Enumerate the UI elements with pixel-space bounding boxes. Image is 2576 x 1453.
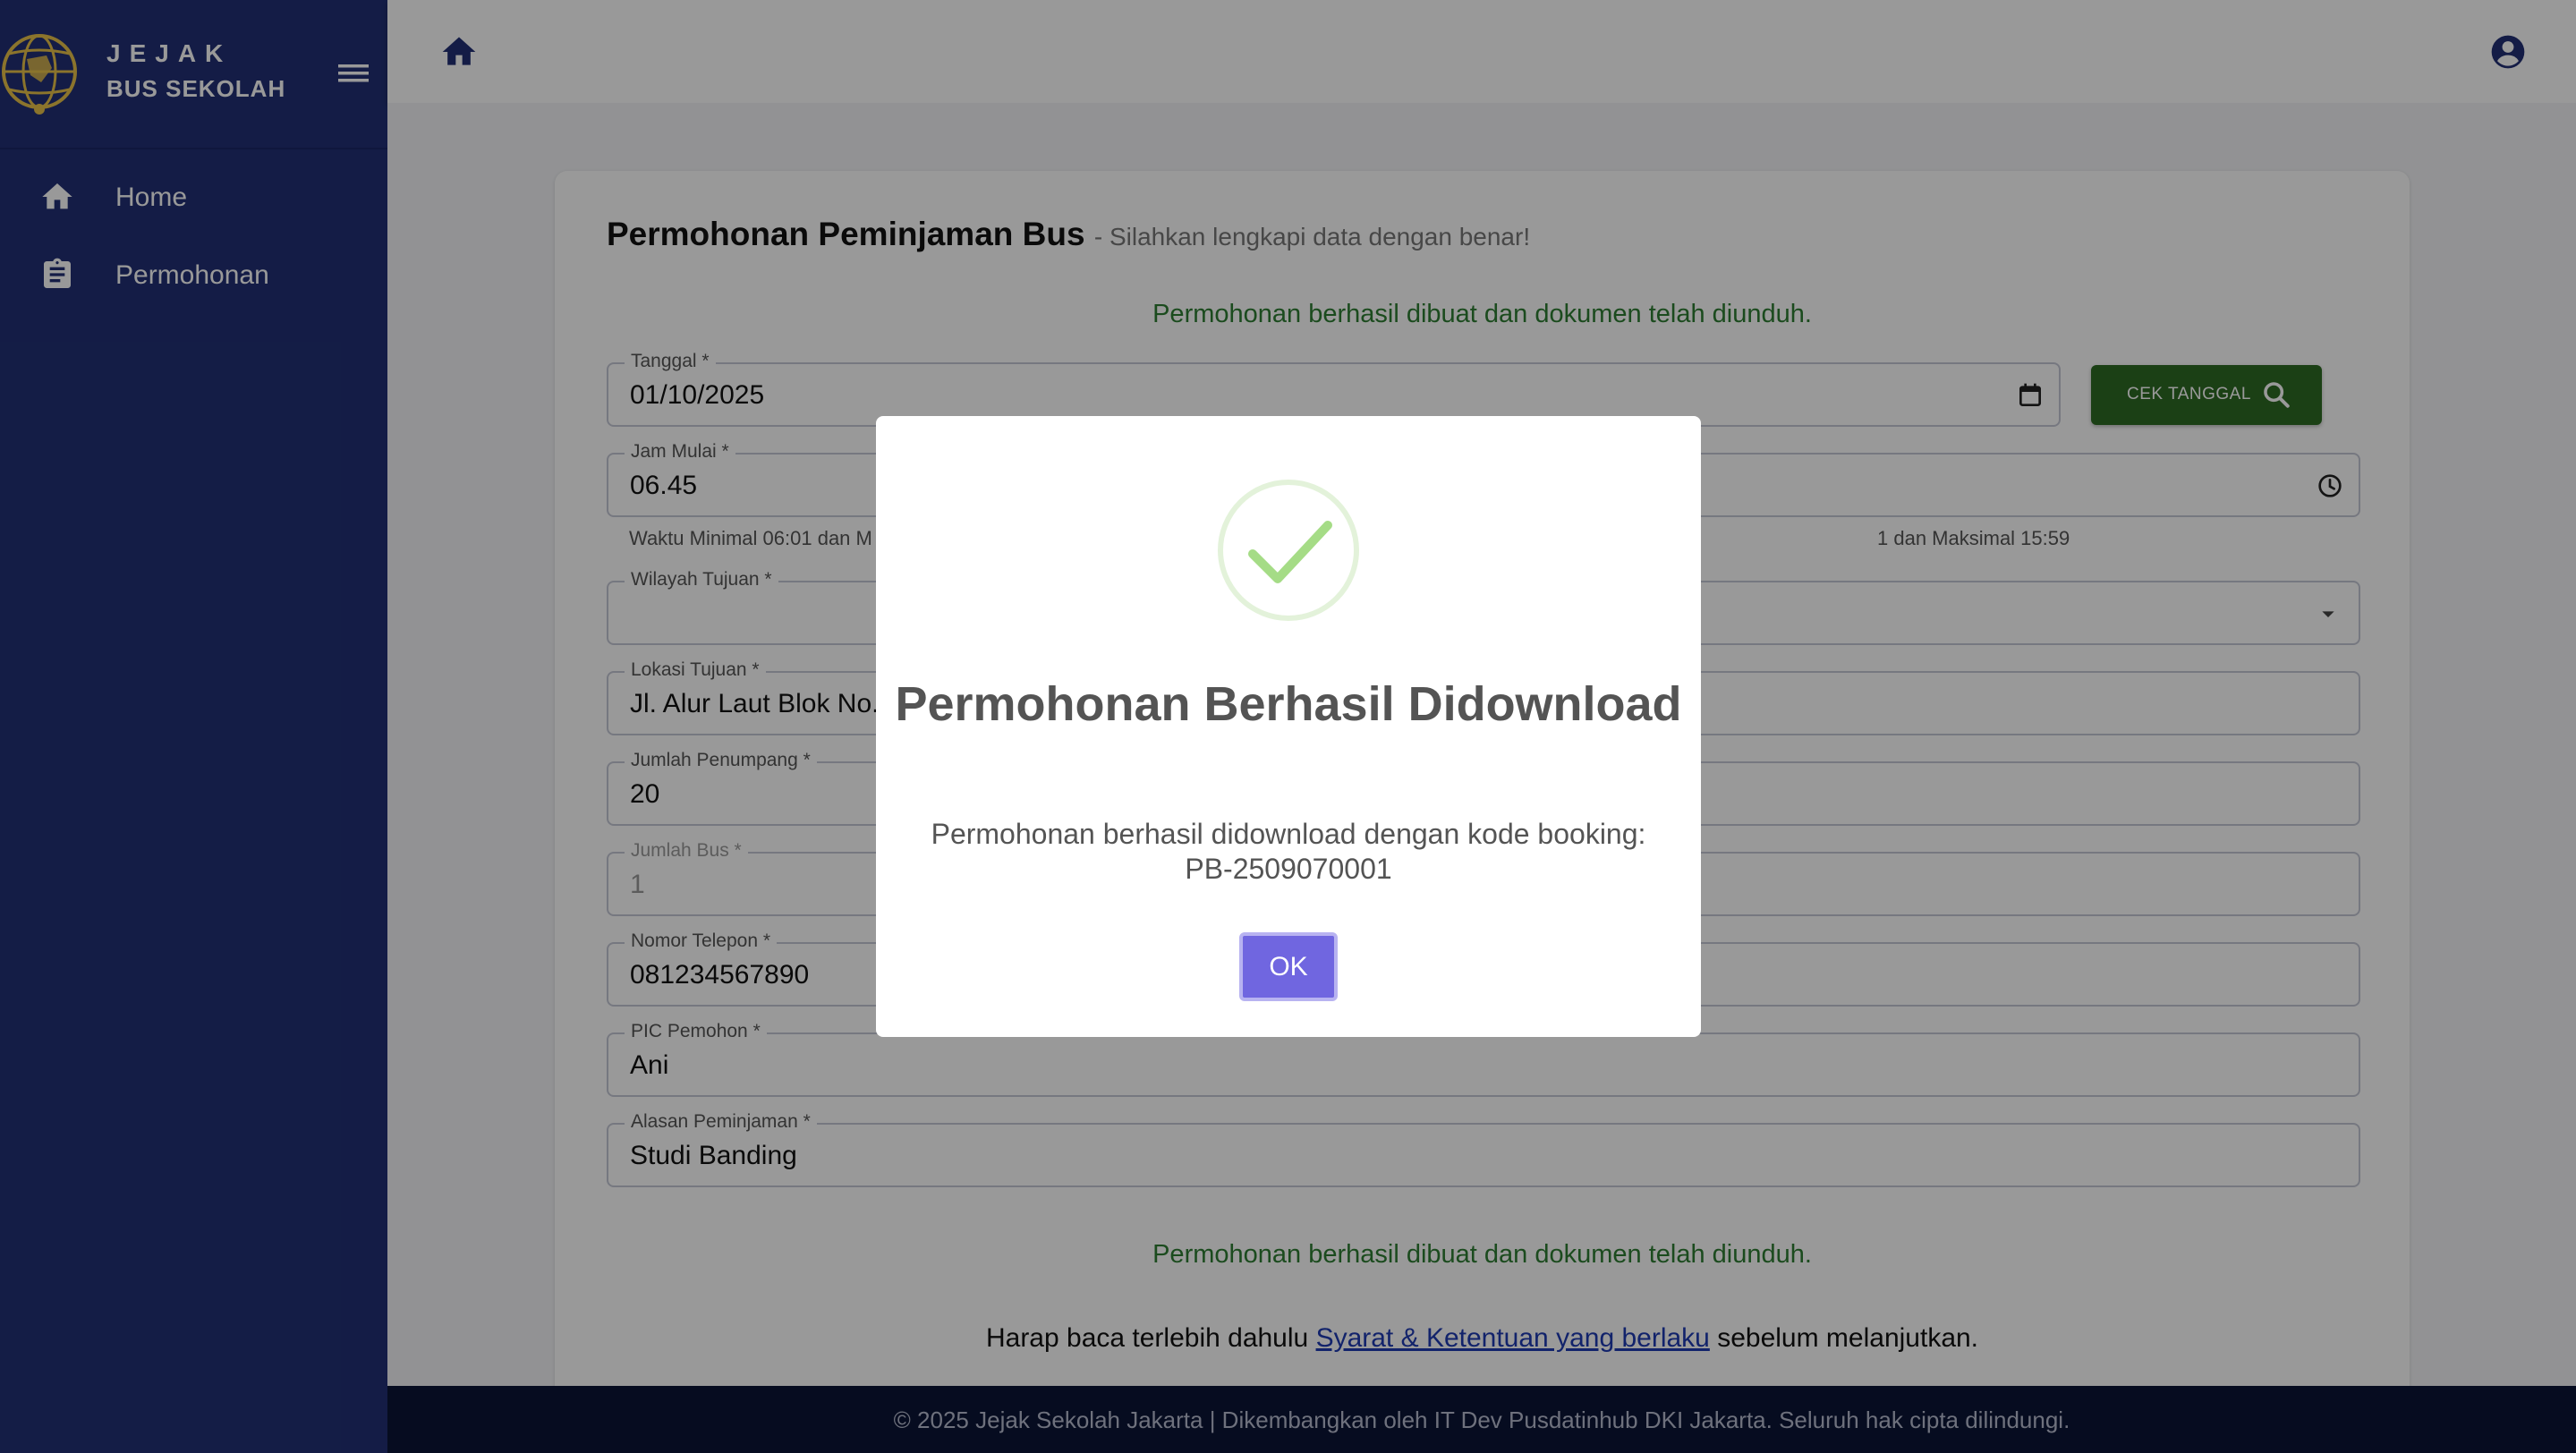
dialog-message: Permohonan berhasil didownload dengan ko… <box>876 817 1701 887</box>
success-dialog: Permohonan Berhasil Didownload Permohona… <box>876 416 1701 1037</box>
dialog-title: Permohonan Berhasil Didownload <box>895 677 1682 731</box>
ok-button-label: OK <box>1269 952 1308 981</box>
ok-button[interactable]: OK <box>1239 932 1338 1001</box>
booking-code: PB-2509070001 <box>1185 853 1392 885</box>
dialog-message-text: Permohonan berhasil didownload dengan ko… <box>931 818 1646 850</box>
success-check-icon <box>1218 480 1359 621</box>
